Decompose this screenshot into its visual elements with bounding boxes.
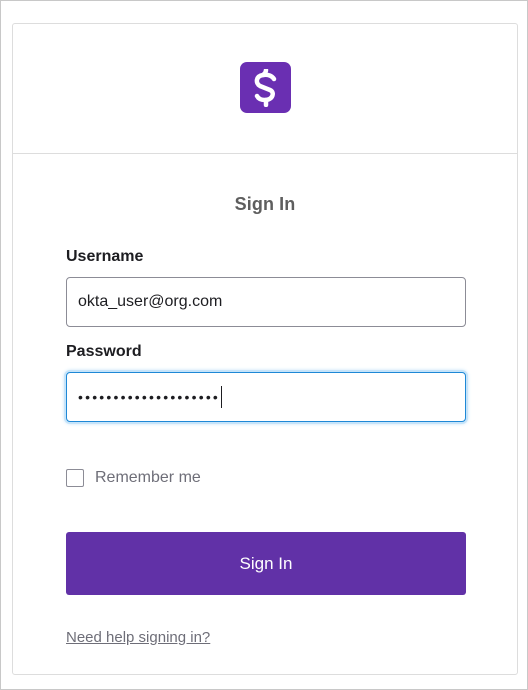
card-header xyxy=(13,24,517,154)
remember-me-label[interactable]: Remember me xyxy=(95,469,201,487)
sign-in-card: Sign In Username okta_user@org.com Passw… xyxy=(12,23,518,675)
password-value: •••••••••••••••••••• xyxy=(78,389,221,405)
password-label: Password xyxy=(66,343,142,360)
sign-in-button[interactable]: Sign In xyxy=(66,532,466,595)
username-input[interactable]: okta_user@org.com xyxy=(66,277,466,327)
password-input[interactable]: •••••••••••••••••••• xyxy=(66,372,466,422)
remember-me-checkbox[interactable] xyxy=(66,469,84,487)
dollar-icon xyxy=(254,68,276,107)
brand-logo-icon xyxy=(240,62,291,113)
username-label: Username xyxy=(66,248,144,265)
username-value: okta_user@org.com xyxy=(78,293,223,310)
form-title: Sign In xyxy=(234,194,296,214)
text-caret xyxy=(221,386,223,408)
remember-me-row[interactable]: Remember me xyxy=(66,469,201,487)
help-link[interactable]: Need help signing in? xyxy=(66,629,210,646)
